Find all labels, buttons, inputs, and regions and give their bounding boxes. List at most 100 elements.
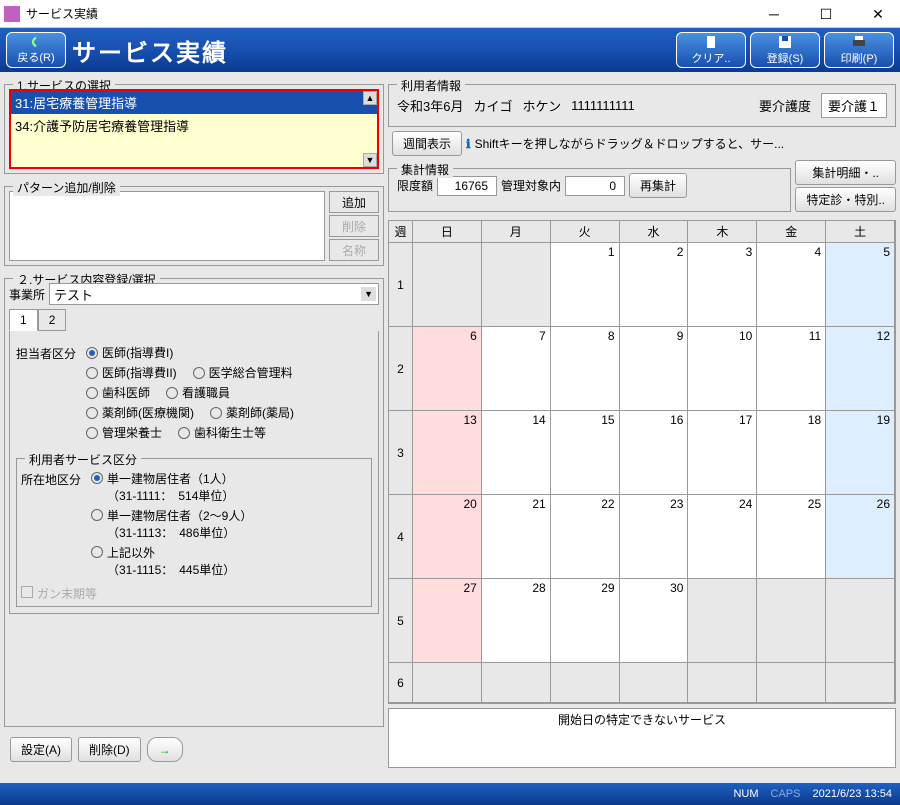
calendar-cell[interactable]: 30 — [620, 579, 689, 662]
pattern-group: パターン追加/削除 追加 削除 名称 — [4, 186, 384, 266]
calendar-cell[interactable]: 22 — [551, 495, 620, 578]
calendar-cell[interactable]: 26 — [826, 495, 895, 578]
calendar-cell[interactable]: 14 — [482, 411, 551, 494]
day-number: 18 — [808, 413, 821, 427]
person-radio[interactable] — [166, 387, 178, 399]
delete-button[interactable]: 削除(D) — [78, 737, 141, 762]
day-number: 24 — [739, 497, 752, 511]
back-arrow-icon — [27, 35, 45, 49]
day-header-sat: 土 — [826, 221, 895, 242]
location-radio[interactable] — [91, 546, 103, 558]
pattern-name-button[interactable]: 名称 — [329, 239, 379, 261]
calendar-cell[interactable] — [757, 579, 826, 662]
calendar-cell[interactable]: 6 — [413, 327, 482, 410]
calendar-cell[interactable]: 27 — [413, 579, 482, 662]
calendar-cell[interactable]: 23 — [620, 495, 689, 578]
day-number: 16 — [670, 413, 683, 427]
office-combo[interactable]: テスト — [49, 283, 379, 305]
maximize-icon[interactable]: ☐ — [808, 3, 844, 25]
pattern-add-button[interactable]: 追加 — [329, 191, 379, 213]
calendar-cell[interactable]: 2 — [620, 243, 689, 326]
week-number: 2 — [389, 327, 413, 410]
pattern-delete-button[interactable]: 削除 — [329, 215, 379, 237]
calendar-cell[interactable]: 1 — [551, 243, 620, 326]
calendar-cell[interactable]: 12 — [826, 327, 895, 410]
scroll-up-icon[interactable]: ▲ — [363, 91, 377, 105]
undated-service-area[interactable]: 開始日の特定できないサービス — [388, 708, 896, 768]
back-button[interactable]: 戻る(R) — [6, 32, 66, 68]
calendar-cell[interactable] — [620, 663, 689, 702]
location-detail: （31-1111： 514単位） — [107, 487, 234, 504]
back-label: 戻る(R) — [17, 49, 54, 65]
calendar-cell[interactable] — [413, 663, 482, 702]
calendar-cell[interactable]: 11 — [757, 327, 826, 410]
detail-button[interactable]: 集計明細・.. — [795, 160, 896, 185]
pattern-textarea[interactable] — [9, 191, 325, 261]
location-radio[interactable] — [91, 472, 103, 484]
calendar: 週 日 月 火 水 木 金 土 112345267891011123131415… — [388, 220, 896, 704]
window-title: サービス実績 — [26, 5, 756, 22]
user-lname: カイゴ — [473, 96, 512, 115]
calendar-cell[interactable]: 5 — [826, 243, 895, 326]
service-list[interactable]: 31:居宅療養管理指導 34:介護予防居宅療養管理指導 ▲ ▼ — [9, 89, 379, 169]
print-button[interactable]: 印刷(P) — [824, 32, 894, 68]
person-radio[interactable] — [86, 347, 98, 359]
week-view-button[interactable]: 週間表示 — [392, 131, 462, 156]
calendar-cell[interactable]: 9 — [620, 327, 689, 410]
user-date: 令和3年6月 — [397, 96, 463, 115]
spec-button[interactable]: 特定診・特別.. — [795, 187, 896, 212]
calendar-cell[interactable]: 3 — [688, 243, 757, 326]
scroll-down-icon[interactable]: ▼ — [363, 153, 377, 167]
day-number: 29 — [601, 581, 614, 595]
calendar-cell[interactable] — [551, 663, 620, 702]
calendar-cell[interactable] — [757, 663, 826, 702]
minimize-icon[interactable]: ─ — [756, 3, 792, 25]
calendar-cell[interactable]: 21 — [482, 495, 551, 578]
calendar-cell[interactable]: 28 — [482, 579, 551, 662]
target-value: 0 — [565, 176, 625, 196]
calendar-cell[interactable] — [482, 243, 551, 326]
location-label: 所在地区分 — [21, 467, 91, 488]
person-radio[interactable] — [86, 367, 98, 379]
calendar-cell[interactable]: 13 — [413, 411, 482, 494]
calendar-cell[interactable]: 29 — [551, 579, 620, 662]
calendar-cell[interactable]: 24 — [688, 495, 757, 578]
calendar-cell[interactable]: 7 — [482, 327, 551, 410]
calendar-cell[interactable]: 20 — [413, 495, 482, 578]
person-radio[interactable] — [86, 427, 98, 439]
service-item[interactable]: 34:介護予防居宅療養管理指導 — [11, 114, 377, 137]
calendar-cell[interactable] — [413, 243, 482, 326]
tab-2[interactable]: 2 — [38, 309, 67, 331]
calendar-cell[interactable] — [688, 579, 757, 662]
calendar-cell[interactable]: 18 — [757, 411, 826, 494]
person-radio[interactable] — [210, 407, 222, 419]
recalc-button[interactable]: 再集計 — [629, 173, 687, 198]
clear-button[interactable]: クリア.. — [676, 32, 746, 68]
day-number: 14 — [532, 413, 545, 427]
person-radio[interactable] — [193, 367, 205, 379]
calendar-cell[interactable] — [826, 579, 895, 662]
calendar-cell[interactable]: 16 — [620, 411, 689, 494]
calendar-cell[interactable] — [826, 663, 895, 702]
forward-button[interactable]: → — [147, 737, 183, 762]
tab-1[interactable]: 1 — [9, 309, 38, 331]
person-radio[interactable] — [86, 387, 98, 399]
service-item[interactable]: 31:居宅療養管理指導 — [11, 91, 377, 114]
settings-button[interactable]: 設定(A) — [10, 737, 72, 762]
week-number: 3 — [389, 411, 413, 494]
location-option: 単一建物居住者（1人） — [107, 470, 234, 487]
calendar-cell[interactable]: 10 — [688, 327, 757, 410]
calendar-cell[interactable] — [482, 663, 551, 702]
person-radio[interactable] — [86, 407, 98, 419]
calendar-cell[interactable]: 25 — [757, 495, 826, 578]
calendar-cell[interactable]: 15 — [551, 411, 620, 494]
register-button[interactable]: 登録(S) — [750, 32, 820, 68]
calendar-cell[interactable]: 4 — [757, 243, 826, 326]
close-icon[interactable]: ✕ — [860, 3, 896, 25]
person-radio[interactable] — [178, 427, 190, 439]
calendar-cell[interactable]: 19 — [826, 411, 895, 494]
calendar-cell[interactable]: 17 — [688, 411, 757, 494]
calendar-cell[interactable] — [688, 663, 757, 702]
location-radio[interactable] — [91, 509, 103, 521]
calendar-cell[interactable]: 8 — [551, 327, 620, 410]
